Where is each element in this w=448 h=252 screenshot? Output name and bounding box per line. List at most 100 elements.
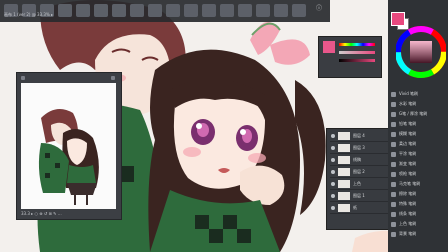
- visibility-icon[interactable]: [331, 194, 335, 198]
- brush-label: 柔边 笔刷: [399, 141, 417, 146]
- tool-icon[interactable]: [76, 4, 90, 17]
- tool-icon[interactable]: [112, 4, 126, 17]
- brush-item[interactable]: 渐变 笔刷: [391, 160, 446, 169]
- brush-icon: [391, 212, 396, 217]
- visibility-icon[interactable]: [331, 158, 335, 162]
- layer-name: 图层 2: [353, 169, 365, 174]
- brush-label: 擦除 笔刷: [399, 191, 417, 196]
- brush-label: Vivid 笔刷: [399, 91, 419, 96]
- brush-icon: [391, 202, 396, 207]
- brush-icon: [391, 122, 396, 127]
- visibility-icon[interactable]: [331, 146, 335, 150]
- brush-item[interactable]: 喷枪 笔刷: [391, 170, 446, 179]
- layer-thumbnail: [338, 144, 350, 152]
- layer-name: 图层 3: [353, 145, 365, 150]
- tool-icon[interactable]: [220, 4, 234, 17]
- brush-label: 线条 笔刷: [399, 211, 417, 216]
- brush-icon: [391, 152, 396, 157]
- brush-item[interactable]: 上色 笔刷: [391, 220, 446, 229]
- tool-icon[interactable]: [130, 4, 144, 17]
- current-color-swatch[interactable]: [323, 41, 335, 53]
- tool-icon[interactable]: [184, 4, 198, 17]
- layer-thumbnail: [338, 180, 350, 188]
- brush-icon: [391, 112, 396, 117]
- tool-icon[interactable]: [256, 4, 270, 17]
- brush-label: 喷枪 笔刷: [399, 171, 417, 176]
- brush-item[interactable]: 铅笔 笔刷: [391, 120, 446, 129]
- layer-name: 图层 1: [353, 193, 365, 198]
- navigator-panel: 33.3 ▸ ○ ⊕ ↺ ⊞ ✎ …: [16, 72, 122, 220]
- navigator-preview[interactable]: [21, 83, 116, 209]
- layer-name: 纸: [353, 205, 357, 210]
- brush-icon: [391, 132, 396, 137]
- tool-icon[interactable]: [274, 4, 288, 17]
- layer-row[interactable]: 纸: [330, 203, 394, 214]
- hue-slider[interactable]: [339, 43, 375, 46]
- navigator-header: [21, 75, 116, 81]
- layer-row[interactable]: 线稿: [330, 155, 394, 166]
- info-icon[interactable]: ⓘ: [316, 3, 322, 12]
- tool-icon[interactable]: [238, 4, 252, 17]
- tool-icon[interactable]: [148, 4, 162, 17]
- brush-item[interactable]: 模糊 笔刷: [391, 130, 446, 139]
- brush-label: G笔 / 厚涂 笔刷: [399, 111, 428, 116]
- brush-item[interactable]: Vivid 笔刷: [391, 90, 446, 99]
- visibility-icon[interactable]: [331, 182, 335, 186]
- brush-item[interactable]: 线条 笔刷: [391, 210, 446, 219]
- tool-icon[interactable]: [94, 4, 108, 17]
- layer-row[interactable]: 图层 4: [330, 131, 394, 142]
- brush-item[interactable]: 背景 笔刷: [391, 230, 446, 239]
- brush-icon: [391, 162, 396, 167]
- brush-item[interactable]: G笔 / 厚涂 笔刷: [391, 110, 446, 119]
- brush-item[interactable]: 马克笔 笔刷: [391, 180, 446, 189]
- brush-label: 平涂 笔刷: [399, 151, 417, 156]
- brush-icon: [391, 192, 396, 197]
- brush-label: 特殊 笔刷: [399, 201, 417, 206]
- layer-name: 线稿: [353, 157, 361, 162]
- brush-label: 水彩 笔刷: [399, 101, 417, 106]
- brush-label: 背景 笔刷: [399, 231, 417, 236]
- layer-name: 图层 4: [353, 133, 365, 138]
- navigator-close-icon[interactable]: [111, 76, 115, 80]
- visibility-icon[interactable]: [331, 134, 335, 138]
- document-title: 画布 1 (ver 2) @ 33.3% ▸: [4, 12, 54, 17]
- tool-icon[interactable]: [58, 4, 72, 17]
- layer-row[interactable]: 图层 3: [330, 143, 394, 154]
- visibility-icon[interactable]: [331, 206, 335, 210]
- top-toolbar: 画布 1 (ver 2) @ 33.3% ▸ ⓘ: [0, 0, 330, 22]
- brush-item[interactable]: 平涂 笔刷: [391, 150, 446, 159]
- tool-icon[interactable]: [292, 4, 306, 17]
- brush-icon: [391, 92, 396, 97]
- layer-row[interactable]: 上色: [330, 179, 394, 190]
- brush-list-panel: Vivid 笔刷 水彩 笔刷 G笔 / 厚涂 笔刷 铅笔 笔刷 模糊 笔刷 柔边…: [388, 88, 448, 252]
- brush-item[interactable]: 水彩 笔刷: [391, 100, 446, 109]
- brush-label: 铅笔 笔刷: [399, 121, 417, 126]
- brush-icon: [391, 102, 396, 107]
- tool-icon[interactable]: [202, 4, 216, 17]
- layer-row[interactable]: 图层 1: [330, 191, 394, 202]
- brush-item[interactable]: 柔边 笔刷: [391, 140, 446, 149]
- visibility-icon[interactable]: [331, 170, 335, 174]
- color-slider-panel: [318, 36, 382, 78]
- brush-icon: [391, 182, 396, 187]
- layer-thumbnail: [338, 168, 350, 176]
- brush-item[interactable]: 擦除 笔刷: [391, 190, 446, 199]
- color-panel: [388, 0, 448, 88]
- layer-name: 上色: [353, 181, 361, 186]
- brush-icon: [391, 172, 396, 177]
- brush-icon: [391, 222, 396, 227]
- tool-icon[interactable]: [166, 4, 180, 17]
- saturation-slider[interactable]: [339, 51, 375, 54]
- brightness-slider[interactable]: [339, 59, 375, 62]
- brush-item[interactable]: 特殊 笔刷: [391, 200, 446, 209]
- preview-image: [21, 83, 116, 209]
- layer-row[interactable]: 图层 2: [330, 167, 394, 178]
- navigator-footer[interactable]: 33.3 ▸ ○ ⊕ ↺ ⊞ ✎ …: [21, 211, 62, 216]
- layer-thumbnail: [338, 192, 350, 200]
- brush-icon: [391, 142, 396, 147]
- color-wheel[interactable]: [396, 24, 446, 80]
- brush-label: 马克笔 笔刷: [399, 181, 421, 186]
- brush-label: 模糊 笔刷: [399, 131, 417, 136]
- layer-thumbnail: [338, 132, 350, 140]
- navigator-menu-icon[interactable]: [21, 76, 25, 80]
